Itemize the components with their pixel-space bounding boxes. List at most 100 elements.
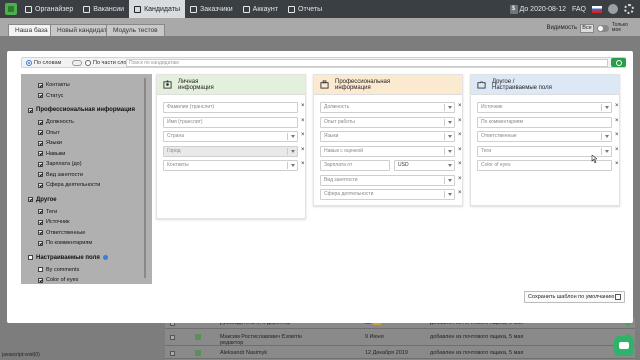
tree-checkbox[interactable] — [38, 267, 43, 272]
tree-item[interactable]: Color of eyes — [38, 277, 78, 283]
field-placeholder: Опыт работы — [324, 118, 355, 125]
tree-item[interactable]: Ответственные — [38, 230, 85, 236]
remove-field-icon[interactable]: × — [458, 190, 462, 196]
other-field[interactable]: Источник — [477, 102, 612, 113]
tree-checkbox[interactable] — [28, 255, 33, 260]
professional-field[interactable]: Вид занятости — [320, 174, 455, 186]
mouse-pointer-icon — [591, 155, 597, 163]
professional-field[interactable]: Навык с оценкой — [320, 145, 455, 157]
tree-item[interactable]: Контакты — [38, 82, 70, 88]
professional-field[interactable]: Языки — [320, 131, 455, 142]
visibility-select[interactable]: Все — [580, 23, 594, 33]
tab-our-base[interactable]: Наша база — [8, 24, 55, 36]
nav-item-2[interactable]: Кандидаты — [129, 0, 185, 18]
personal-field[interactable]: Город — [163, 145, 298, 157]
professional-field[interactable]: Опыт работы — [320, 116, 455, 128]
only-mine-label: Только мое — [612, 22, 628, 33]
remove-field-icon[interactable]: × — [458, 147, 462, 153]
search-button[interactable] — [611, 58, 626, 67]
other-field[interactable]: По комментариям — [477, 116, 612, 128]
nav-item-3[interactable]: Заказчики — [185, 0, 238, 18]
remove-field-icon[interactable]: × — [458, 132, 462, 138]
remove-field-icon[interactable]: × — [301, 103, 305, 109]
tree-item[interactable]: Источник — [38, 219, 69, 225]
tree-item[interactable]: Сфера деятельности — [38, 182, 100, 188]
tree-item[interactable]: Настраиваемые поля — [28, 255, 108, 261]
tree-scrollbar[interactable] — [144, 78, 146, 278]
tree-item[interactable]: Профессиональная информация — [28, 107, 135, 113]
tree-checkbox[interactable] — [38, 172, 43, 177]
save-default-template-button[interactable]: Сохранить шаблон по умолчанию — [524, 291, 625, 303]
tree-checkbox[interactable] — [38, 140, 43, 146]
info-icon[interactable] — [102, 255, 108, 260]
remove-field-icon[interactable]: × — [458, 176, 462, 182]
tree-item[interactable]: Опыт — [38, 130, 60, 136]
other-field[interactable]: Ответственные — [477, 131, 612, 142]
tree-item[interactable]: Зарплата (до) — [38, 161, 82, 167]
language-flag-icon[interactable] — [592, 5, 602, 13]
remove-field-icon[interactable]: × — [301, 118, 305, 124]
professional-field[interactable]: Должность — [320, 102, 455, 113]
tree-checkbox[interactable] — [38, 119, 43, 125]
currency-select[interactable]: USD — [394, 160, 455, 171]
tree-checkbox[interactable] — [38, 161, 43, 167]
remove-field-icon[interactable]: × — [615, 147, 619, 153]
tab-new-candidate[interactable]: Новый кандидат — [50, 24, 114, 36]
personal-field[interactable]: Страна — [163, 131, 298, 142]
nav-item-1[interactable]: Вакансии — [78, 0, 129, 18]
tree-checkbox[interactable] — [28, 197, 33, 202]
tree-checkbox[interactable] — [38, 130, 43, 135]
chat-widget-icon[interactable] — [614, 336, 634, 356]
professional-field[interactable]: Зарплата от — [320, 160, 390, 171]
tree-checkbox[interactable] — [38, 151, 43, 156]
search-mode-toggle[interactable] — [72, 60, 82, 66]
personal-field[interactable]: Контакты — [163, 160, 298, 171]
tree-checkbox[interactable] — [38, 230, 43, 235]
remove-field-icon[interactable]: × — [458, 103, 462, 109]
professional-field[interactable]: Сфера деятельности — [320, 189, 455, 200]
gear-icon[interactable] — [624, 4, 634, 14]
field-placeholder: По комментариям — [481, 118, 523, 125]
tab-test-module[interactable]: Модуль тестов — [106, 24, 165, 36]
tree-item[interactable]: Навыки — [38, 151, 65, 157]
remove-field-icon[interactable]: × — [458, 161, 462, 167]
tree-item[interactable]: Другое — [28, 197, 57, 203]
nav-item-icon — [242, 5, 250, 13]
tree-checkbox[interactable] — [38, 182, 43, 188]
search-input[interactable]: Поиск по кандидатам — [126, 59, 608, 67]
remove-field-icon[interactable]: × — [615, 132, 619, 138]
nav-item-4[interactable]: Аккаунт — [238, 0, 283, 18]
tree-item[interactable]: Теги — [38, 209, 57, 215]
remove-field-icon[interactable]: × — [615, 118, 619, 124]
tree-checkbox[interactable] — [38, 93, 43, 98]
tree-checkbox[interactable] — [38, 219, 43, 225]
nav-item-5[interactable]: Отчеты — [283, 0, 327, 18]
faq-link[interactable]: FAQ — [572, 6, 586, 13]
remove-field-icon[interactable]: × — [615, 103, 619, 109]
tree-item[interactable]: Статус — [38, 93, 63, 99]
tree-checkbox[interactable] — [38, 82, 43, 88]
tree-checkbox[interactable] — [38, 209, 43, 214]
tree-item[interactable]: Должность — [38, 119, 74, 125]
subscription-date[interactable]: $ До 2020-08-12 — [509, 4, 566, 14]
remove-field-icon[interactable]: × — [301, 132, 305, 138]
nav-item-0[interactable]: Органайзер — [20, 0, 78, 18]
personal-field[interactable]: Фамилия (транслит) — [163, 102, 298, 113]
tree-item[interactable]: Языки — [38, 140, 62, 146]
tree-item[interactable]: Вид занятости — [38, 172, 83, 178]
app-logo[interactable] — [5, 3, 17, 15]
remove-field-icon[interactable]: × — [301, 147, 305, 153]
tree-item[interactable]: По комментариям — [38, 240, 92, 246]
tree-item[interactable]: By comments — [38, 267, 79, 273]
radio-by-words[interactable]: По словам — [26, 60, 61, 66]
tree-checkbox[interactable] — [28, 107, 33, 113]
tree-checkbox[interactable] — [38, 277, 43, 283]
remove-field-icon[interactable]: × — [301, 161, 305, 167]
personal-field[interactable]: Имя (транслит) — [163, 116, 298, 128]
remove-field-icon[interactable]: × — [458, 118, 462, 124]
remove-field-icon[interactable]: × — [615, 161, 619, 167]
document-icon — [195, 334, 201, 340]
only-mine-toggle[interactable] — [597, 24, 609, 32]
tree-checkbox[interactable] — [38, 240, 43, 246]
avatar[interactable] — [608, 4, 618, 14]
